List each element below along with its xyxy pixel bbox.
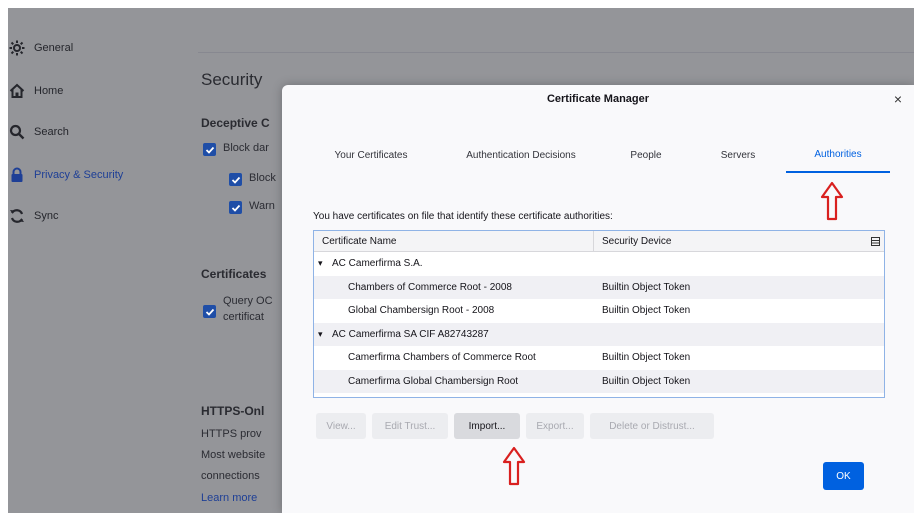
sync-icon (8, 207, 26, 225)
view-button[interactable]: View... (316, 413, 366, 439)
intro-text: You have certificates on file that ident… (313, 211, 613, 222)
tab-your-certificates[interactable]: Your Certificates (302, 137, 440, 173)
sidebar-item-label: Privacy & Security (34, 169, 124, 181)
check-icon (205, 308, 214, 316)
security-device-cell (594, 252, 884, 276)
column-picker-icon[interactable] (866, 231, 884, 251)
action-buttons: View... Edit Trust... Import... Export..… (316, 413, 714, 439)
group-name: AC Camerfirma SA CIF A82743287 (332, 328, 489, 340)
sidebar-item-sync[interactable]: Sync (8, 203, 58, 229)
tab-authorities[interactable]: Authorities (786, 137, 890, 173)
query-ocsp-label-line2: certificat (223, 311, 264, 323)
warn-sub-checkbox[interactable] (229, 201, 242, 214)
block-dangerous-label: Block dar (223, 142, 269, 154)
cert-name-cell: Camerfirma Global Chambersign Root (348, 375, 519, 387)
tab-servers[interactable]: Servers (690, 137, 786, 173)
edit-trust-button[interactable]: Edit Trust... (372, 413, 448, 439)
ok-button[interactable]: OK (823, 462, 864, 490)
tree-cert-row[interactable]: Chambers of Commerce Root - 2008 Builtin… (314, 275, 884, 299)
check-icon (231, 204, 240, 212)
close-icon[interactable]: × (894, 91, 902, 107)
sidebar-item-label: Sync (34, 210, 59, 222)
export-button[interactable]: Export... (526, 413, 584, 439)
certificate-manager-dialog: Certificate Manager × Your Certificates … (282, 85, 914, 513)
block-sub-checkbox[interactable] (229, 173, 242, 186)
chevron-down-icon[interactable]: ▾ (318, 329, 328, 340)
deceptive-content-heading: Deceptive C (201, 116, 270, 130)
home-icon (8, 82, 26, 100)
security-heading: Security (201, 70, 263, 89)
sidebar-item-general[interactable]: General (8, 35, 73, 61)
sidebar-item-home[interactable]: Home (8, 78, 63, 104)
sidebar-item-label: General (34, 42, 74, 54)
https-only-heading: HTTPS-Onl (201, 404, 265, 418)
authorities-tree[interactable]: Certificate Name Security Device ▾ AC Cam… (313, 230, 885, 398)
tab-authentication-decisions[interactable]: Authentication Decisions (440, 137, 602, 173)
security-device-cell: Builtin Object Token (602, 305, 691, 317)
check-icon (205, 146, 214, 154)
lock-icon (8, 166, 26, 184)
tree-header: Certificate Name Security Device (314, 231, 884, 252)
group-name: AC Camerfirma S.A. (332, 258, 423, 270)
security-device-cell (594, 323, 884, 347)
sidebar-item-label: Home (34, 85, 64, 97)
query-ocsp-checkbox[interactable] (203, 305, 216, 318)
search-icon (8, 123, 26, 141)
import-button[interactable]: Import... (454, 413, 520, 439)
annotation-arrow-up-icon (502, 446, 526, 486)
header-divider (198, 52, 914, 53)
delete-or-distrust-button[interactable]: Delete or Distrust... (590, 413, 714, 439)
sidebar-item-label: Search (34, 126, 69, 138)
check-icon (231, 176, 240, 184)
column-header-security-device[interactable]: Security Device (594, 231, 866, 251)
warn-sub-label: Warn (249, 200, 275, 212)
learn-more-link[interactable]: Learn more (201, 492, 257, 504)
tree-group-row[interactable]: ▾ AC Camerfirma S.A. (314, 252, 884, 276)
gear-icon (8, 39, 26, 57)
cert-name-cell: Global Chambersign Root - 2008 (348, 305, 495, 317)
https-description-line1: HTTPS prov (201, 428, 262, 440)
sidebar-item-search[interactable]: Search (8, 119, 69, 145)
https-description-line3: connections (201, 470, 260, 482)
annotation-arrow-up-icon (820, 181, 844, 221)
tree-group-row[interactable]: ▾ AC Camerfirma SA CIF A82743287 (314, 322, 884, 347)
cert-name-cell: Camerfirma Chambers of Commerce Root (348, 352, 536, 364)
chevron-down-icon[interactable]: ▾ (318, 258, 328, 269)
block-dangerous-checkbox[interactable] (203, 143, 216, 156)
sidebar-item-privacy-security[interactable]: Privacy & Security (8, 162, 123, 188)
https-description-line2: Most website (201, 449, 266, 461)
tree-cert-row[interactable]: Global Chambersign Root - 2008 Builtin O… (314, 299, 884, 323)
security-device-cell: Builtin Object Token (602, 352, 691, 364)
tab-people[interactable]: People (602, 137, 690, 173)
query-ocsp-label-line1: Query OC (223, 295, 273, 307)
dialog-title: Certificate Manager (546, 93, 650, 105)
tree-cert-row[interactable]: Camerfirma Global Chambersign Root Built… (314, 369, 884, 393)
tab-bar: Your Certificates Authentication Decisio… (302, 137, 892, 173)
security-device-cell: Builtin Object Token (602, 375, 691, 387)
cert-name-cell: Chambers of Commerce Root - 2008 (348, 281, 512, 293)
certificates-heading: Certificates (201, 267, 267, 281)
security-device-cell: Builtin Object Token (602, 281, 691, 293)
column-header-certificate-name[interactable]: Certificate Name (314, 231, 594, 251)
block-sub-label: Block (249, 172, 276, 184)
tree-cert-row[interactable]: Camerfirma Chambers of Commerce Root Bui… (314, 346, 884, 370)
